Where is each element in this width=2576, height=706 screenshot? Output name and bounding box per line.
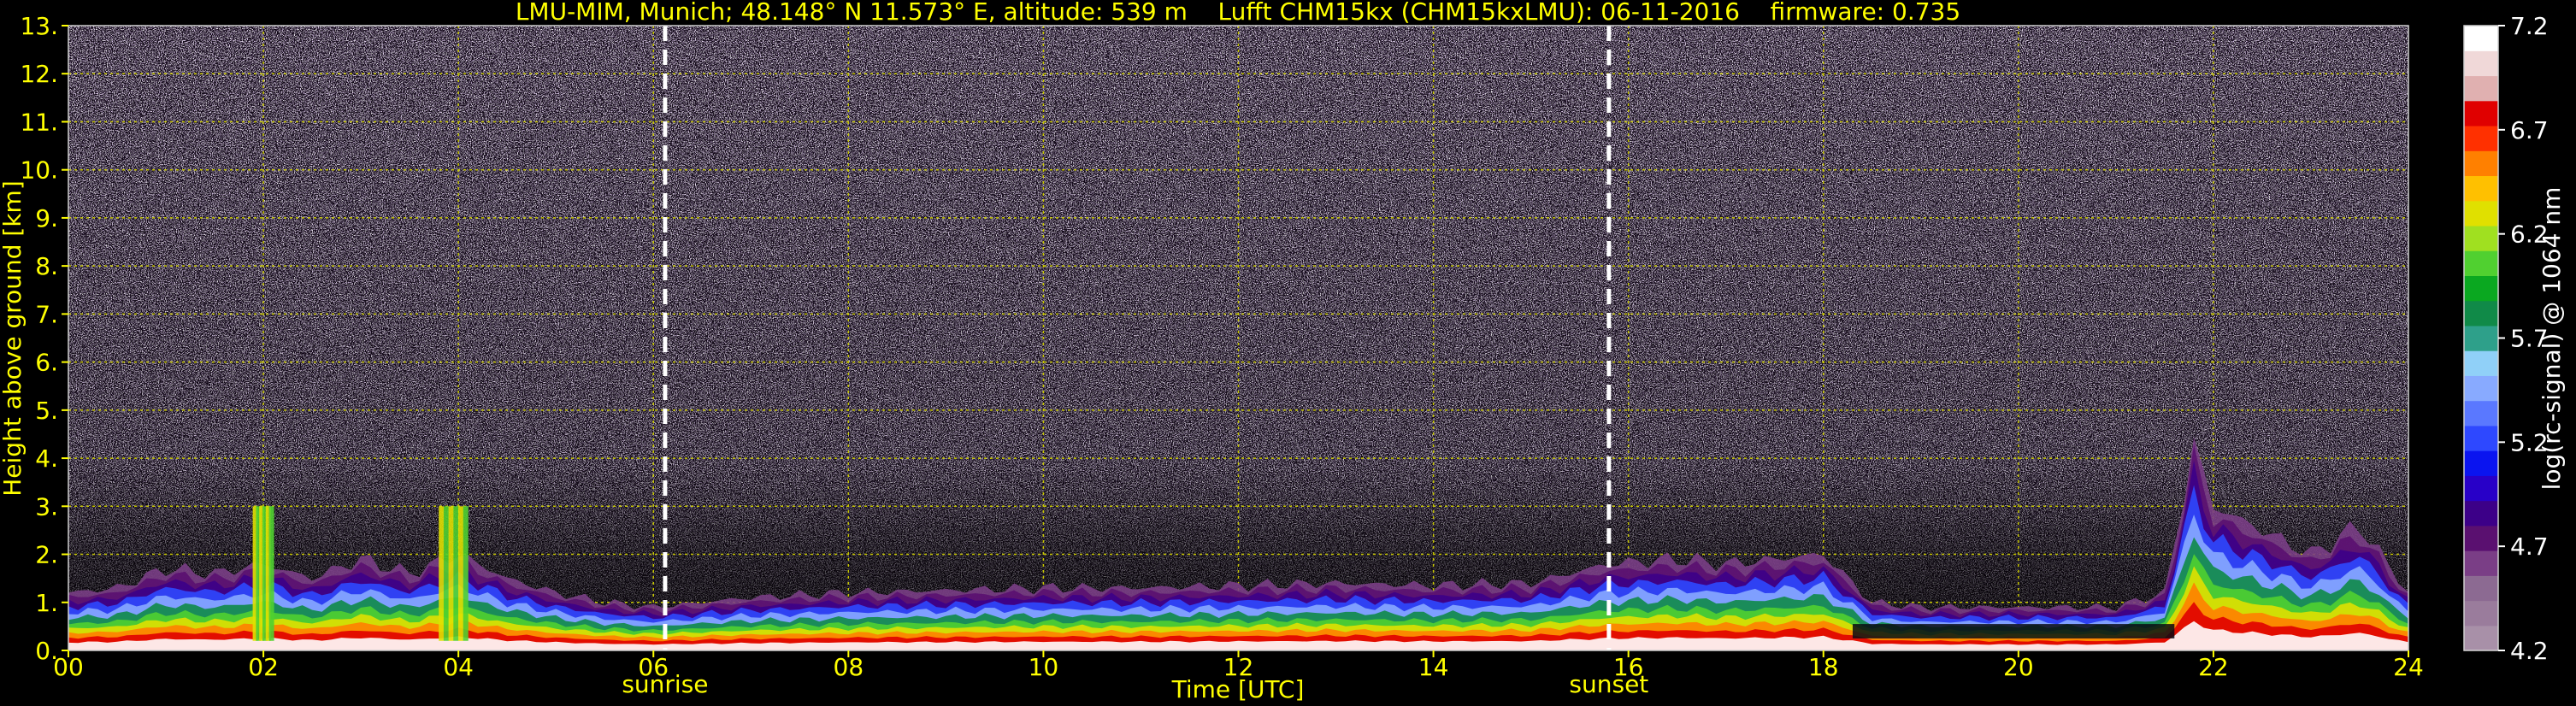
cloud-column <box>453 506 459 641</box>
x-tick-label: 20 <box>2003 653 2034 681</box>
x-tick-label: 08 <box>834 653 864 681</box>
colorbar-segment <box>2464 500 2498 527</box>
colorbar-segment <box>2464 550 2498 576</box>
y-tick-label: 1. <box>35 589 58 617</box>
colorbar-segment <box>2464 50 2498 77</box>
colorbar-tick-label: 4.7 <box>2510 532 2549 561</box>
colorbar-segment <box>2464 575 2498 602</box>
y-tick-label: 7. <box>35 300 58 328</box>
y-tick-label: 9. <box>35 204 58 232</box>
x-tick-label: 02 <box>248 653 279 681</box>
y-tick-label: 13. <box>20 12 58 40</box>
colorbar-segment <box>2464 600 2498 627</box>
event-labels: sunrise sunset <box>622 670 1648 698</box>
y-tick-label: 3. <box>35 492 58 521</box>
cloud-column <box>439 506 445 641</box>
cloud-column <box>268 506 274 641</box>
colorbar-segment <box>2464 150 2498 177</box>
residual-layer <box>1852 624 2175 638</box>
colorbar-segment <box>2464 325 2498 351</box>
colorbar-segment <box>2464 300 2498 327</box>
y-tick-label: 12. <box>20 60 58 88</box>
colorbar-segment <box>2464 100 2498 126</box>
event-label-sunrise: sunrise <box>622 670 708 698</box>
x-axis-label: Time [UTC] <box>1171 675 1305 703</box>
y-tick-label: 8. <box>35 252 58 280</box>
x-tick-label: 18 <box>1808 653 1839 681</box>
y-tick-label: 5. <box>35 397 58 425</box>
event-label-sunset: sunset <box>1569 670 1648 698</box>
colorbar-segment <box>2464 125 2498 151</box>
x-tick-label: 24 <box>2393 653 2424 681</box>
colorbar-tick-label: 7.2 <box>2510 12 2549 40</box>
y-tick-label: 10. <box>20 156 58 185</box>
cloud-column <box>448 506 454 641</box>
colorbar-segment <box>2464 400 2498 427</box>
colorbar: 7.26.76.25.75.24.74.2 <box>2463 12 2549 665</box>
colorbar-segment <box>2464 75 2498 102</box>
y-tick-label: 2. <box>35 541 58 569</box>
y-tick-label: 4. <box>35 444 58 473</box>
colorbar-tick-label: 6.7 <box>2510 116 2549 144</box>
y-tick-label: 11. <box>20 108 58 136</box>
colorbar-segment <box>2464 200 2498 227</box>
colorbar-segment <box>2464 350 2498 376</box>
chart-title: LMU-MIM, Munich; 48.148° N 11.573° E, al… <box>516 0 1960 26</box>
cloud-column <box>443 506 449 641</box>
colorbar-segment <box>2464 275 2498 302</box>
y-axis: 0.1.2.3.4.5.6.7.8.9.10.11.12.13. <box>20 12 68 665</box>
colorbar-segment <box>2464 375 2498 402</box>
colorbar-segment <box>2464 26 2498 51</box>
x-tick-label: 04 <box>443 653 474 681</box>
colorbar-label: log(rc-signal) @ 1064 nm <box>2538 187 2566 491</box>
cloud-column <box>458 506 464 641</box>
cloud-column <box>463 506 469 641</box>
colorbar-segment <box>2464 475 2498 502</box>
colorbar-tick-label: 4.2 <box>2510 637 2549 665</box>
ceilometer-chart: LMU-MIM, Munich; 48.148° N 11.573° E, al… <box>0 0 2566 703</box>
plot-area <box>68 26 2408 650</box>
colorbar-segment <box>2464 525 2498 551</box>
y-tick-label: 6. <box>35 349 58 377</box>
colorbar-segment <box>2464 625 2498 651</box>
colorbar-segment <box>2464 450 2498 476</box>
x-tick-label: 10 <box>1029 653 1059 681</box>
colorbar-segment <box>2464 250 2498 276</box>
colorbar-segment <box>2464 425 2498 451</box>
x-tick-label: 00 <box>53 653 84 681</box>
x-tick-label: 22 <box>2198 653 2229 681</box>
colorbar-segment <box>2464 175 2498 202</box>
colorbar-segment <box>2464 225 2498 251</box>
x-tick-label: 14 <box>1418 653 1449 681</box>
y-axis-label: Height above ground [km] <box>0 180 27 497</box>
